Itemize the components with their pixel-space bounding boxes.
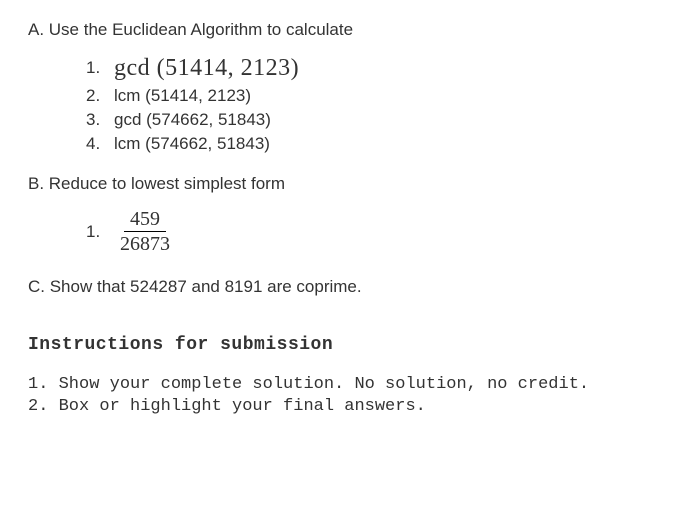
section-b-header: B. Reduce to lowest simplest form: [28, 174, 672, 194]
section-a-header: A. Use the Euclidean Algorithm to calcul…: [28, 20, 672, 40]
section-a-list: 1. gcd (51414, 2123) 2. lcm (51414, 2123…: [86, 54, 672, 154]
list-item-number: 2.: [86, 86, 114, 106]
instruction-item: 2. Box or highlight your final answers.: [28, 397, 672, 416]
list-item: 2. lcm (51414, 2123): [86, 86, 672, 106]
list-item-number: 1.: [86, 222, 114, 242]
section-c-header: C. Show that 524287 and 8191 are coprime…: [28, 277, 672, 297]
list-item-text: lcm (51414, 2123): [114, 86, 251, 106]
list-item: 1. 459 26873: [86, 208, 672, 255]
list-item-number: 3.: [86, 110, 114, 130]
list-item-number: 1.: [86, 58, 114, 78]
list-item-text: lcm (574662, 51843): [114, 134, 270, 154]
instructions-section: Instructions for submission 1. Show your…: [28, 335, 672, 416]
list-item: 4. lcm (574662, 51843): [86, 134, 672, 154]
section-a: A. Use the Euclidean Algorithm to calcul…: [28, 20, 672, 154]
list-item: 3. gcd (574662, 51843): [86, 110, 672, 130]
section-b-list: 1. 459 26873: [86, 208, 672, 255]
list-item-text: gcd (51414, 2123): [114, 55, 299, 82]
instructions-list: 1. Show your complete solution. No solut…: [28, 375, 672, 416]
list-item-text: gcd (574662, 51843): [114, 110, 271, 130]
section-b: B. Reduce to lowest simplest form 1. 459…: [28, 174, 672, 255]
list-item-number: 4.: [86, 134, 114, 154]
fraction-denominator: 26873: [114, 232, 176, 255]
fraction: 459 26873: [114, 208, 176, 255]
fraction-numerator: 459: [124, 208, 166, 232]
instructions-header: Instructions for submission: [28, 335, 672, 355]
instruction-item: 1. Show your complete solution. No solut…: [28, 375, 672, 394]
list-item: 1. gcd (51414, 2123): [86, 54, 672, 82]
section-c: C. Show that 524287 and 8191 are coprime…: [28, 277, 672, 297]
